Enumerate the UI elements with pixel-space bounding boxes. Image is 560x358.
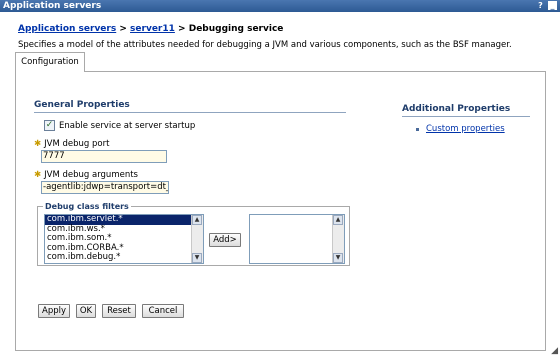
scroll-up-icon[interactable]: ▲ [192,215,202,225]
available-filters-list[interactable]: com.ibm.servlet.* com.ibm.ws.* com.ibm.s… [44,214,204,264]
resize-grip-icon[interactable]: ◢ [551,346,558,356]
bullet-icon [416,128,419,131]
required-icon: ✱ [34,170,42,180]
ok-button[interactable]: OK [76,304,96,318]
scroll-down-icon[interactable]: ▼ [192,253,202,263]
page-description: Specifies a model of the attributes need… [18,40,512,50]
jvm-debug-arguments-label: ✱ JVM debug arguments [34,170,138,180]
additional-properties-heading: Additional Properties [402,104,530,117]
minimize-icon[interactable]: _ [548,1,557,10]
scroll-down-icon[interactable]: ▼ [333,253,343,263]
general-properties-heading: General Properties [34,100,346,113]
window-titlebar: Application servers ? _ [0,0,560,12]
breadcrumb-separator: > [119,24,127,34]
scrollbar[interactable]: ▲ ▼ [332,215,344,263]
breadcrumb: Application servers > server11 > Debuggi… [18,24,283,34]
enable-service-label: Enable service at server startup [59,121,196,131]
scrollbar[interactable]: ▲ ▼ [191,215,203,263]
help-icon[interactable]: ? [536,1,545,10]
cancel-button[interactable]: Cancel [142,304,184,318]
selected-filters-list[interactable]: ▲ ▼ [249,214,345,264]
checkmark-icon: ✓ [45,120,54,130]
debug-class-filters-legend: Debug class filters [43,202,131,211]
reset-button[interactable]: Reset [102,304,136,318]
breadcrumb-application-servers[interactable]: Application servers [18,24,116,34]
list-item[interactable]: com.ibm.debug.* [45,252,203,263]
scroll-up-icon[interactable]: ▲ [333,215,343,225]
jvm-debug-arguments-input[interactable]: -agentlib:jdwp=transport=dt_ [41,181,169,194]
enable-service-checkbox[interactable]: ✓ [44,120,55,131]
required-icon: ✱ [34,139,42,149]
window-title: Application servers [3,1,102,11]
jvm-debug-port-input[interactable]: 7777 [41,150,167,163]
breadcrumb-current: Debugging service [188,24,284,34]
jvm-debug-port-label: ✱ JVM debug port [34,139,110,149]
breadcrumb-server11[interactable]: server11 [130,24,175,34]
custom-properties-link[interactable]: Custom properties [426,124,505,134]
add-filter-button[interactable]: Add> [209,233,241,247]
breadcrumb-separator: > [178,24,186,34]
tab-configuration[interactable]: Configuration [15,52,85,72]
apply-button[interactable]: Apply [38,304,70,318]
